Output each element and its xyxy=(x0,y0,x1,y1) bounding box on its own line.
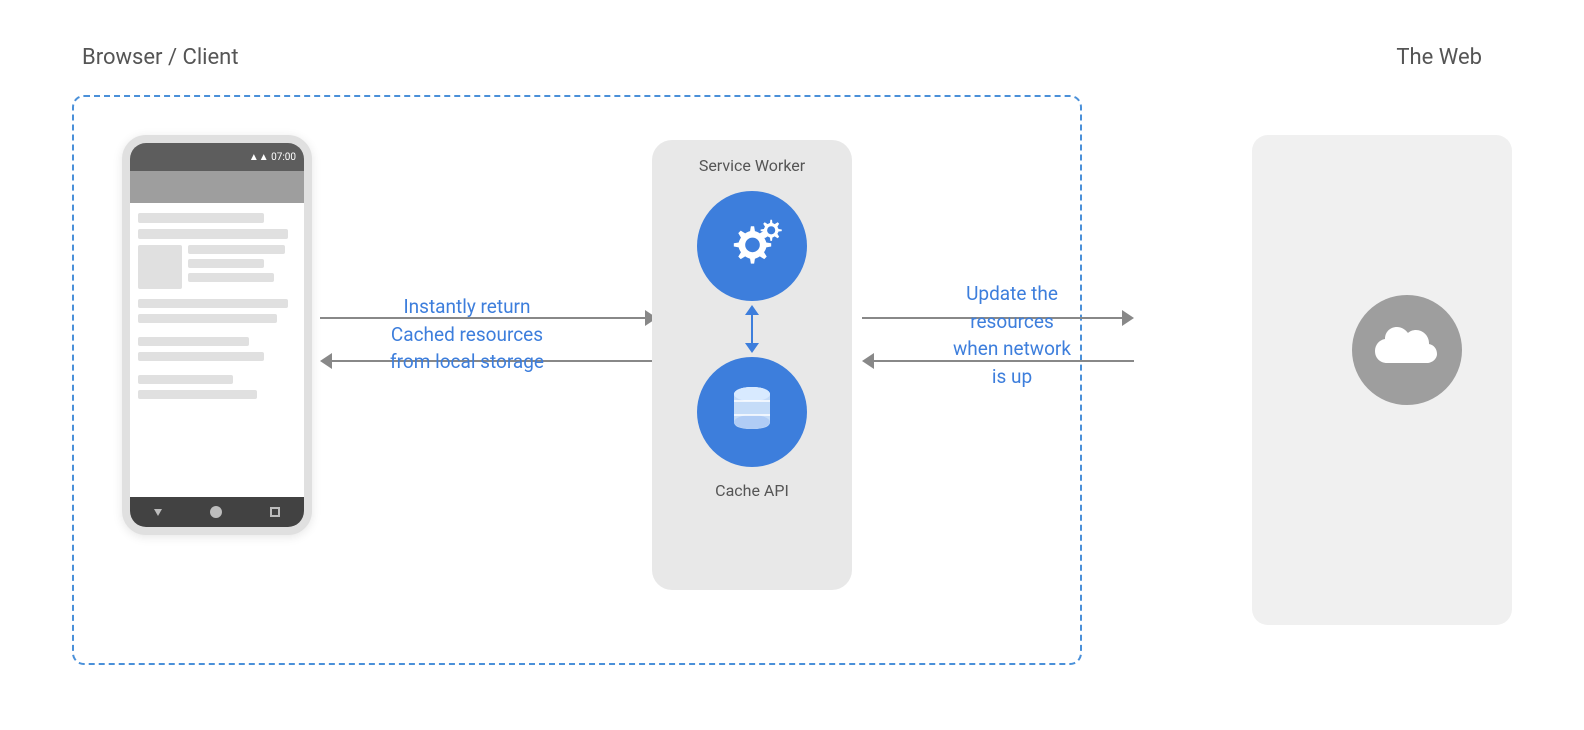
content-line xyxy=(138,352,264,361)
content-line xyxy=(138,375,233,384)
vertical-double-arrow xyxy=(745,301,759,357)
content-line xyxy=(138,337,249,346)
service-worker-box: Service Worker xyxy=(652,140,852,590)
content-block xyxy=(138,245,182,289)
database-icon xyxy=(720,380,785,445)
phone-nav-bar xyxy=(130,497,304,527)
content-line xyxy=(188,259,264,268)
browser-client-label: Browser / Client xyxy=(82,45,239,70)
home-button-icon xyxy=(210,506,222,518)
content-line xyxy=(188,245,285,254)
content-line xyxy=(138,299,288,308)
phone-status-bar: ▲▲ 07:00 xyxy=(130,143,304,171)
cloud-icon xyxy=(1372,325,1442,375)
annotation-line2: Cached resources xyxy=(391,323,543,346)
cache-annotation: Instantly return Cached resources from l… xyxy=(352,293,582,376)
status-icons: ▲▲ 07:00 xyxy=(249,152,296,163)
gear-circle xyxy=(697,191,807,301)
service-worker-label: Service Worker xyxy=(699,156,805,175)
annotation-line4: Update the xyxy=(966,282,1058,305)
content-lines xyxy=(188,245,296,289)
annotation-line6: when network xyxy=(953,337,1071,360)
content-line xyxy=(188,273,274,282)
content-line xyxy=(138,390,257,399)
arrow-down-icon xyxy=(745,343,759,353)
phone-content xyxy=(130,203,304,497)
cloud-circle xyxy=(1352,295,1462,405)
diagram-container: Browser / Client The Web ▲▲ 07:00 xyxy=(42,25,1542,705)
network-annotation: Update the resources when network is up xyxy=(897,280,1127,390)
arrow-line xyxy=(751,315,753,343)
content-line xyxy=(138,213,264,223)
back-button-icon xyxy=(154,509,162,516)
database-circle xyxy=(697,357,807,467)
arrow-up-icon xyxy=(745,305,759,315)
annotation-line5: resources xyxy=(970,310,1054,333)
recents-button-icon xyxy=(270,507,280,517)
phone-mockup: ▲▲ 07:00 xyxy=(122,135,312,535)
annotation-line3: from local storage xyxy=(390,350,544,373)
arrow-head xyxy=(320,353,332,369)
gear-icon xyxy=(720,214,785,279)
cache-api-label: Cache API xyxy=(715,481,789,500)
the-web-label: The Web xyxy=(1396,45,1482,70)
arrow-head xyxy=(862,353,874,369)
content-line xyxy=(138,229,288,239)
phone-toolbar xyxy=(130,171,304,203)
annotation-line7: is up xyxy=(992,365,1032,388)
annotation-line1: Instantly return xyxy=(403,295,530,318)
content-row xyxy=(138,245,296,289)
content-line xyxy=(138,314,277,323)
